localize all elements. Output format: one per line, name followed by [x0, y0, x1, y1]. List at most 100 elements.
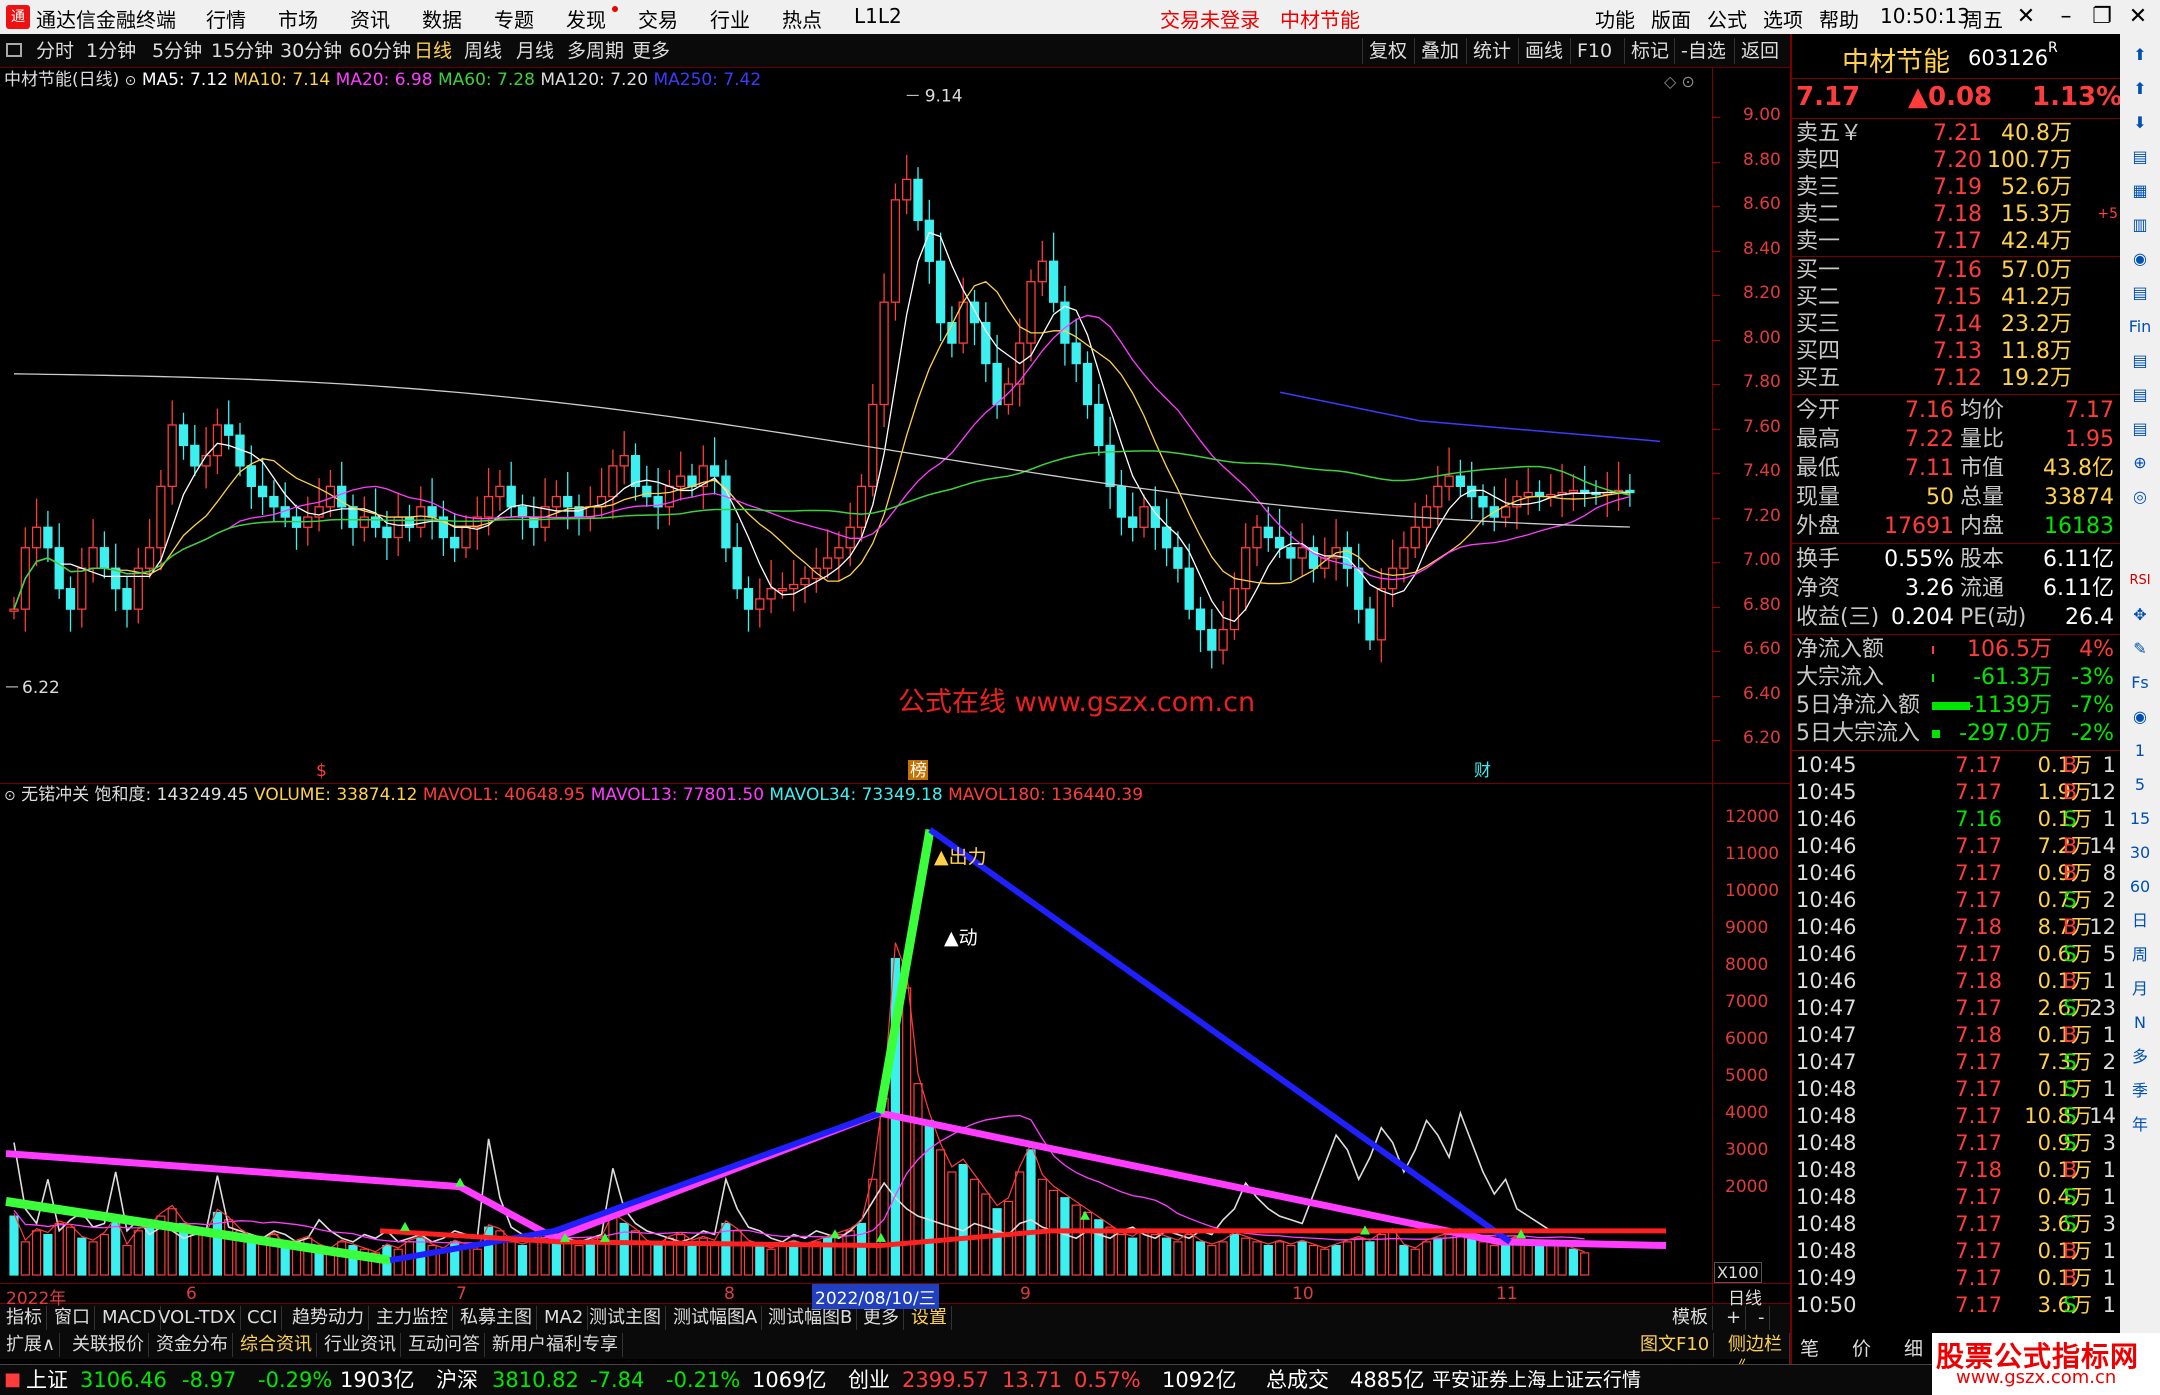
toolbar-button-2[interactable]: 统计: [1466, 38, 1517, 64]
toolbar-button-4[interactable]: F10: [1570, 38, 1618, 64]
close-icon[interactable]: ✕: [2118, 2, 2158, 32]
hs-name[interactable]: 沪深: [436, 1365, 478, 1395]
close-app-icon[interactable]: ✕: [2006, 2, 2046, 32]
side-button-5[interactable]: 60: [2124, 872, 2156, 902]
period-6[interactable]: 日线: [410, 38, 456, 64]
side-tool-icon[interactable]: ▤: [2124, 346, 2156, 376]
toolbar-button-3[interactable]: 画线: [1518, 38, 1569, 64]
side-tool-icon[interactable]: Fin: [2124, 312, 2156, 342]
side-button-9[interactable]: N: [2124, 1008, 2156, 1038]
f10-tab-0[interactable]: 图文F10: [1636, 1333, 1715, 1357]
side-tool-icon[interactable]: ✎: [2124, 634, 2156, 664]
side-tool-icon[interactable]: ▥: [2124, 210, 2156, 240]
period-8[interactable]: 月线: [512, 38, 558, 64]
period-7[interactable]: 周线: [460, 38, 506, 64]
menu-shuju[interactable]: 数据: [422, 4, 462, 33]
period-0[interactable]: 分时: [32, 38, 78, 64]
info-tab-1[interactable]: 关联报价: [68, 1333, 149, 1357]
menu-zhuanti[interactable]: 专题: [494, 4, 534, 33]
restore-icon[interactable]: ❐: [2082, 2, 2122, 32]
side-button-11[interactable]: 季: [2124, 1076, 2156, 1106]
indicator-tab-1[interactable]: 窗口: [50, 1306, 95, 1330]
menu-gongneng[interactable]: 功能: [1595, 4, 1635, 33]
period-5[interactable]: 60分钟: [345, 38, 415, 64]
indicator-tab-9[interactable]: 测试主图: [585, 1306, 666, 1330]
indicator-tab-12[interactable]: 更多: [859, 1306, 904, 1330]
stock-name-link[interactable]: 中材节能: [1280, 4, 1360, 33]
quote-side-tab-2[interactable]: 细: [1904, 1334, 1923, 1361]
trade-status-link[interactable]: 交易未登录: [1160, 4, 1260, 33]
indicator-tab-4[interactable]: CCI: [243, 1306, 283, 1330]
side-button-4[interactable]: 30: [2124, 838, 2156, 868]
info-tab-5[interactable]: 互动问答: [404, 1333, 485, 1357]
indicator-tab-6[interactable]: 主力监控: [372, 1306, 453, 1330]
menu-gongshi[interactable]: 公式: [1707, 4, 1747, 33]
menu-l1l2[interactable]: L1L2: [854, 4, 902, 28]
side-tool-icon[interactable]: ◉: [2124, 702, 2156, 732]
template-control-0[interactable]: 模板: [1668, 1306, 1713, 1330]
indicator-tab-5[interactable]: 趋势动力: [288, 1306, 369, 1330]
side-tool-icon[interactable]: ▤: [2124, 142, 2156, 172]
indicator-tab-8[interactable]: MA2: [540, 1306, 589, 1330]
menu-shichang[interactable]: 市场: [278, 4, 318, 33]
side-button-1[interactable]: 1: [2124, 736, 2156, 766]
quote-side-tab-0[interactable]: 笔: [1800, 1334, 1819, 1361]
side-button-8[interactable]: 月: [2124, 974, 2156, 1004]
side-tool-icon[interactable]: ⬇: [2124, 108, 2156, 138]
indicator-tab-13[interactable]: 设置: [907, 1306, 952, 1330]
event-marker-label[interactable]: $: [316, 761, 327, 781]
event-marker-label[interactable]: 榜: [910, 761, 927, 781]
menu-hangye[interactable]: 行业: [710, 4, 750, 33]
side-button-3[interactable]: 15: [2124, 804, 2156, 834]
side-tool-icon[interactable]: ⬆: [2124, 74, 2156, 104]
minimize-icon[interactable]: –: [2046, 2, 2086, 32]
info-tab-0[interactable]: 扩展∧: [2, 1333, 61, 1357]
info-tab-6[interactable]: 新用户福利专享: [488, 1333, 623, 1357]
period-9[interactable]: 多周期: [563, 38, 628, 64]
sh-name[interactable]: 上证: [26, 1365, 68, 1395]
side-button-0[interactable]: RSI: [2124, 566, 2156, 596]
period-3[interactable]: 15分钟: [207, 38, 277, 64]
side-tool-icon[interactable]: Fs: [2124, 668, 2156, 698]
menu-redian[interactable]: 热点: [782, 4, 822, 33]
side-tool-icon[interactable]: ▤: [2124, 278, 2156, 308]
cy-name[interactable]: 创业: [848, 1365, 890, 1395]
dropdown-icon[interactable]: ⊙: [4, 788, 16, 804]
indicator-tab-7[interactable]: 私募主图: [456, 1306, 537, 1330]
indicator-tab-0[interactable]: 指标: [2, 1306, 47, 1330]
side-tool-icon[interactable]: ▦: [2124, 176, 2156, 206]
side-tool-icon[interactable]: ◎: [2124, 482, 2156, 512]
quote-side-tab-1[interactable]: 价: [1852, 1334, 1871, 1361]
indicator-tab-2[interactable]: MACD: [98, 1306, 161, 1330]
menu-xuanxiang[interactable]: 选项: [1763, 4, 1803, 33]
side-button-2[interactable]: 5: [2124, 770, 2156, 800]
toolbar-button-1[interactable]: 叠加: [1414, 38, 1465, 64]
side-button-6[interactable]: 日: [2124, 906, 2156, 936]
toolbar-button-0[interactable]: 复权: [1362, 38, 1413, 64]
side-tool-icon[interactable]: ⊕: [2124, 448, 2156, 478]
toolbar-button-5[interactable]: 标记: [1624, 38, 1675, 64]
period-2[interactable]: 5分钟: [148, 38, 206, 64]
period-4[interactable]: 30分钟: [276, 38, 346, 64]
menu-jiaoyi[interactable]: 交易: [638, 4, 678, 33]
menu-faxian[interactable]: 发现: [566, 4, 606, 33]
side-tool-icon[interactable]: ▤: [2124, 380, 2156, 410]
menu-hangqing[interactable]: 行情: [206, 4, 246, 33]
toolbar-button-7[interactable]: 返回: [1734, 38, 1785, 64]
info-tab-3[interactable]: 综合资讯: [236, 1333, 317, 1357]
event-marker-label[interactable]: 财: [1474, 761, 1491, 781]
period-10[interactable]: 更多: [628, 38, 674, 64]
panel-toggle-icon[interactable]: [6, 43, 22, 57]
template-control-2[interactable]: -: [1754, 1306, 1770, 1330]
info-tab-2[interactable]: 资金分布: [152, 1333, 233, 1357]
menu-banmian[interactable]: 版面: [1651, 4, 1691, 33]
side-tool-icon[interactable]: ▤: [2124, 414, 2156, 444]
menu-zixun[interactable]: 资讯: [350, 4, 390, 33]
info-tab-4[interactable]: 行业资讯: [320, 1333, 401, 1357]
indicator-tab-11[interactable]: 测试幅图B: [764, 1306, 858, 1330]
toolbar-button-6[interactable]: -自选: [1674, 38, 1732, 64]
menu-bangzhu[interactable]: 帮助: [1819, 4, 1859, 33]
side-button-7[interactable]: 周: [2124, 940, 2156, 970]
side-tool-icon[interactable]: ◉: [2124, 244, 2156, 274]
template-control-1[interactable]: +: [1722, 1306, 1747, 1330]
